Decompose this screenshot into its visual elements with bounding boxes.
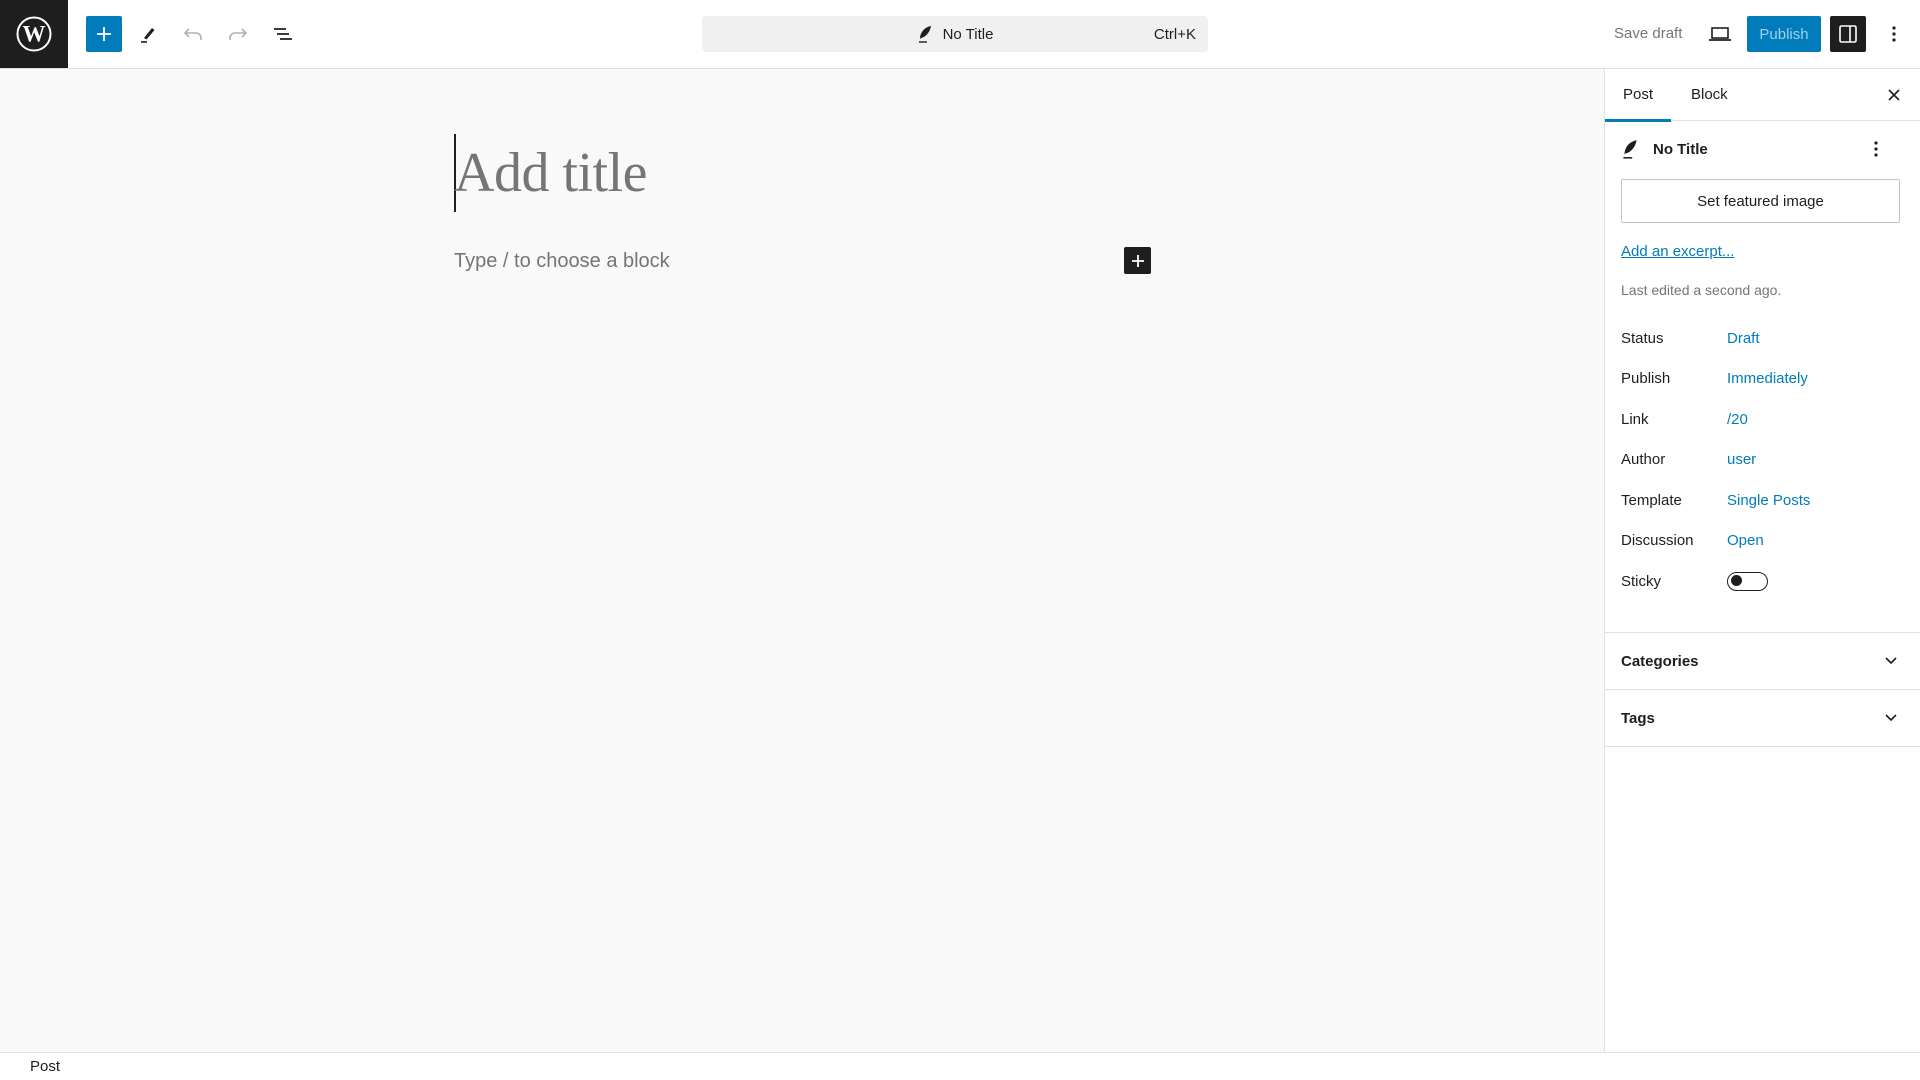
preview-button[interactable] — [1702, 16, 1738, 52]
status-value[interactable]: Draft — [1727, 330, 1760, 347]
author-label: Author — [1621, 451, 1666, 469]
editor-header: W No Title Ctrl+K Save draft Publish — [0, 0, 1920, 69]
block-appender-placeholder[interactable]: Type / to choose a block — [454, 250, 670, 273]
laptop-icon — [1709, 27, 1731, 41]
redo-button[interactable] — [220, 16, 256, 52]
status-label: Status — [1621, 329, 1664, 347]
tags-panel-toggle[interactable]: Tags — [1605, 689, 1920, 746]
publish-row: Publish Immediately — [1621, 359, 1904, 400]
command-shortcut: Ctrl+K — [1153, 25, 1196, 43]
template-row: Template Single Posts — [1621, 480, 1904, 521]
plus-icon — [1131, 254, 1144, 267]
link-label: Link — [1621, 410, 1649, 428]
chevron-down-icon — [1885, 657, 1897, 665]
pencil-icon — [141, 28, 155, 43]
set-featured-image-button[interactable]: Set featured image — [1621, 179, 1900, 223]
redo-icon — [229, 28, 248, 40]
post-settings-rows: Status Draft Publish Immediately Link /2… — [1621, 318, 1904, 602]
wordpress-logo-button[interactable]: W — [0, 0, 68, 68]
post-card: No Title — [1621, 121, 1904, 177]
wordpress-logo-icon: W — [16, 16, 52, 52]
block-inserter-toggle[interactable] — [86, 16, 122, 52]
tags-panel-title: Tags — [1621, 709, 1655, 727]
discussion-value[interactable]: Open — [1727, 532, 1764, 549]
template-value[interactable]: Single Posts — [1727, 492, 1810, 509]
settings-toggle-button[interactable] — [1830, 16, 1866, 52]
save-draft-button[interactable]: Save draft — [1606, 16, 1690, 52]
more-vertical-icon — [1892, 26, 1896, 42]
publish-value[interactable]: Immediately — [1727, 370, 1808, 387]
post-title-input[interactable]: Add title — [454, 134, 648, 212]
sidebar-tabs: Post Block — [1605, 69, 1920, 122]
tab-post[interactable]: Post — [1605, 69, 1672, 122]
link-value[interactable]: /20 — [1727, 411, 1748, 428]
tools-button[interactable] — [130, 16, 166, 52]
close-icon — [1888, 89, 1900, 101]
document-title: No Title — [942, 25, 994, 43]
discussion-label: Discussion — [1621, 532, 1694, 550]
categories-panel-title: Categories — [1621, 652, 1699, 670]
post-actions-button[interactable] — [1864, 137, 1888, 161]
template-label: Template — [1621, 491, 1682, 509]
author-row: Author user — [1621, 440, 1904, 481]
more-vertical-icon — [1874, 141, 1878, 157]
toggle-knob — [1731, 575, 1742, 587]
discussion-row: Discussion Open — [1621, 521, 1904, 562]
settings-sidebar: Post Block No Title Set featured image A… — [1604, 69, 1920, 1052]
sidebar-icon — [1839, 25, 1857, 43]
chevron-down-icon — [1885, 714, 1897, 722]
sticky-label: Sticky — [1621, 572, 1662, 590]
categories-panel-toggle[interactable]: Categories — [1605, 632, 1920, 689]
plus-icon — [97, 27, 111, 41]
link-row: Link /20 — [1621, 399, 1904, 440]
panel-divider — [1605, 746, 1920, 747]
last-edited-text: Last edited a second ago. — [1621, 282, 1782, 298]
svg-text:W: W — [23, 22, 46, 47]
post-feather-icon — [1623, 140, 1637, 159]
document-overview-button[interactable] — [265, 16, 301, 52]
editor-footer: Post — [0, 1052, 1920, 1080]
sticky-toggle[interactable] — [1727, 571, 1768, 591]
sticky-row: Sticky — [1621, 561, 1904, 602]
add-excerpt-link[interactable]: Add an excerpt... — [1621, 243, 1734, 260]
post-feather-icon — [918, 26, 931, 43]
close-sidebar-button[interactable] — [1882, 83, 1906, 107]
options-menu-button[interactable] — [1876, 16, 1912, 52]
author-value[interactable]: user — [1727, 451, 1756, 468]
tab-block[interactable]: Block — [1673, 69, 1746, 121]
editor-canvas: Add title Type / to choose a block — [0, 69, 1604, 1052]
status-row: Status Draft — [1621, 318, 1904, 359]
list-view-icon — [274, 28, 292, 40]
undo-icon — [183, 28, 202, 40]
undo-button[interactable] — [175, 16, 211, 52]
title-placeholder: Add title — [454, 142, 648, 204]
publish-button[interactable]: Publish — [1747, 16, 1821, 52]
document-bar[interactable]: No Title Ctrl+K — [702, 16, 1208, 52]
post-title: No Title — [1653, 140, 1708, 158]
publish-label: Publish — [1621, 370, 1671, 388]
breadcrumb-post[interactable]: Post — [30, 1058, 60, 1075]
inline-block-inserter[interactable] — [1124, 247, 1151, 274]
post-summary: No Title Set featured image Add an excer… — [1605, 121, 1920, 602]
